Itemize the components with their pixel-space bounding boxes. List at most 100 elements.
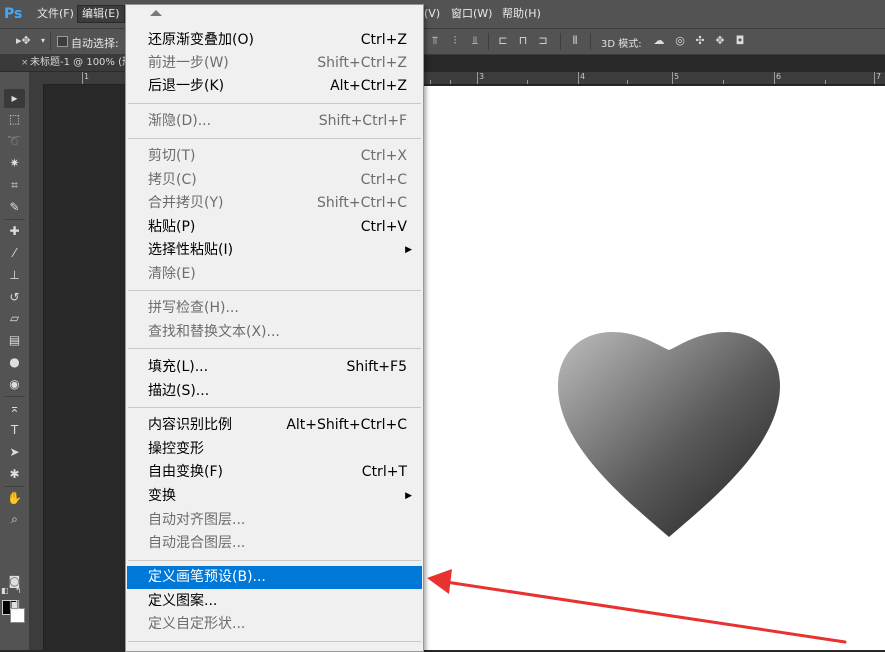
menu-item-free-transform[interactable]: 自由变换(F) Ctrl+T bbox=[127, 461, 422, 484]
menu-item-auto-blend[interactable]: 自动混合图层... bbox=[127, 532, 422, 555]
scroll-up-arrow-icon[interactable] bbox=[150, 10, 162, 16]
divider bbox=[4, 396, 25, 397]
menu-item-paste[interactable]: 粘贴(P) Ctrl+V bbox=[127, 216, 422, 239]
divider bbox=[560, 33, 561, 50]
ruler-number: 3 bbox=[479, 72, 485, 81]
menu-item-spell-check[interactable]: 拼写检查(H)... bbox=[127, 297, 422, 320]
eyedropper-tool-icon[interactable]: ✎ bbox=[4, 198, 25, 217]
menu-item-puppet-warp[interactable]: 操控变形 bbox=[127, 438, 422, 461]
menu-item-label: 粘贴(P) bbox=[148, 219, 196, 235]
menu-item-shortcut: Ctrl+T bbox=[361, 464, 407, 480]
close-icon[interactable]: × bbox=[21, 55, 29, 71]
align-top-icon[interactable]: ⫪ bbox=[428, 34, 442, 48]
menu-item-label: 后退一步(K) bbox=[148, 78, 225, 94]
menu-item-label: 定义图案... bbox=[148, 593, 218, 609]
move-tool-icon[interactable]: ▸ bbox=[4, 89, 25, 108]
3d-slide-icon[interactable]: ✥ bbox=[713, 34, 727, 48]
menu-file[interactable]: 文件(F) bbox=[33, 6, 78, 22]
submenu-arrow-icon: ▶ bbox=[405, 491, 412, 501]
menu-item-label: 查找和替换文本(X)... bbox=[148, 324, 280, 340]
menu-item-label: 自由变换(F) bbox=[148, 464, 223, 480]
eraser-tool-icon[interactable]: ▱ bbox=[4, 309, 25, 328]
brush-tool-icon[interactable]: ⁄ bbox=[4, 244, 25, 263]
document-canvas[interactable] bbox=[422, 86, 885, 650]
vertical-ruler[interactable] bbox=[30, 84, 44, 650]
menu-item-label: 选择性粘贴(I) bbox=[148, 242, 234, 258]
chevron-down-icon[interactable]: ▾ bbox=[36, 34, 50, 48]
lasso-tool-icon[interactable]: ➰ bbox=[4, 132, 25, 151]
screen-mode-icon[interactable]: ▣ bbox=[4, 595, 25, 614]
menu-item-shortcut: Ctrl+V bbox=[360, 219, 407, 235]
healing-brush-tool-icon[interactable]: ✚ bbox=[4, 222, 25, 241]
menu-window[interactable]: 窗口(W) bbox=[447, 6, 496, 22]
custom-shape-tool-icon[interactable]: ✱ bbox=[4, 465, 25, 484]
divider bbox=[4, 486, 25, 487]
menu-edit[interactable]: 编辑(E) bbox=[77, 5, 125, 23]
pen-tool-icon[interactable]: ⌅ bbox=[4, 399, 25, 418]
magic-wand-tool-icon[interactable]: ✷ bbox=[4, 154, 25, 173]
ruler-tick bbox=[825, 80, 826, 84]
3d-roll-icon[interactable]: ◎ bbox=[673, 34, 687, 48]
align-right-icon[interactable]: ⊐ bbox=[536, 34, 550, 48]
menu-item-cut[interactable]: 剪切(T) Ctrl+X bbox=[127, 145, 422, 168]
menu-help[interactable]: 帮助(H) bbox=[498, 6, 545, 22]
crop-tool-icon[interactable]: ⌗ bbox=[4, 176, 25, 195]
menu-item-paste-special[interactable]: 选择性粘贴(I) ▶ bbox=[127, 239, 422, 262]
align-bottom-icon[interactable]: ⫫ bbox=[468, 34, 482, 48]
ruler-tick bbox=[874, 72, 875, 84]
distribute-icon[interactable]: ⦀ bbox=[568, 34, 582, 48]
align-vcenter-icon[interactable]: ⫶ bbox=[448, 34, 462, 48]
menu-item-label: 操控变形 bbox=[148, 441, 204, 457]
menu-item-shortcut: Shift+F5 bbox=[346, 359, 407, 375]
dodge-tool-icon[interactable]: ◉ bbox=[4, 375, 25, 394]
menu-item-label: 描边(S)... bbox=[148, 383, 210, 399]
blur-tool-icon[interactable]: ● bbox=[4, 353, 25, 372]
quick-mask-icon[interactable]: ◙ bbox=[4, 572, 25, 591]
menu-item-clear[interactable]: 清除(E) bbox=[127, 263, 422, 286]
document-tab[interactable]: × 未标题-1 @ 100% (形状 1 bbox=[0, 55, 128, 72]
menu-separator bbox=[128, 348, 421, 349]
align-left-icon[interactable]: ⊏ bbox=[496, 34, 510, 48]
tools-panel: » ▸ ⬚ ➰ ✷ ⌗ ✎ ✚ ⁄ ⊥ ↺ ▱ ▤ ● ◉ ⌅ T ➤ ✱ ✋ … bbox=[0, 52, 30, 650]
menu-item-copy-merged[interactable]: 合并拷贝(Y) Shift+Ctrl+C bbox=[127, 192, 422, 215]
menu-item-shortcut: Shift+Ctrl+Z bbox=[317, 55, 407, 71]
heart-shape[interactable] bbox=[556, 330, 782, 540]
menu-item-define-custom-shape[interactable]: 定义自定形状... bbox=[127, 613, 422, 636]
menu-item-define-pattern[interactable]: 定义图案... bbox=[127, 590, 422, 613]
menu-item-stroke[interactable]: 描边(S)... bbox=[127, 380, 422, 403]
history-brush-tool-icon[interactable]: ↺ bbox=[4, 288, 25, 307]
menu-item-fade[interactable]: 渐隐(D)... Shift+Ctrl+F bbox=[127, 110, 422, 133]
ruler-tick bbox=[477, 72, 478, 84]
menu-separator bbox=[128, 103, 421, 104]
menu-item-step-backward[interactable]: 后退一步(K) Alt+Ctrl+Z bbox=[127, 75, 422, 98]
menu-item-label: 渐隐(D)... bbox=[148, 113, 212, 129]
ruler-tick bbox=[527, 80, 528, 84]
3d-scale-icon[interactable]: ◘ bbox=[733, 34, 747, 48]
menu-item-content-aware-scale[interactable]: 内容识别比例 Alt+Shift+Ctrl+C bbox=[127, 414, 422, 437]
menu-item-transform[interactable]: 变换 ▶ bbox=[127, 485, 422, 508]
move-tool-preset-icon[interactable]: ▸✥ bbox=[16, 34, 31, 48]
menu-separator bbox=[128, 560, 421, 561]
align-hcenter-icon[interactable]: ⊓ bbox=[516, 34, 530, 48]
ruler-tick bbox=[82, 72, 83, 84]
type-tool-icon[interactable]: T bbox=[4, 421, 25, 440]
path-selection-tool-icon[interactable]: ➤ bbox=[4, 443, 25, 462]
3d-pan-icon[interactable]: ✣ bbox=[693, 34, 707, 48]
hand-tool-icon[interactable]: ✋ bbox=[4, 489, 25, 508]
menu-item-shortcut: Shift+Ctrl+C bbox=[317, 195, 407, 211]
3d-rotate-icon[interactable]: ☁ bbox=[652, 34, 666, 48]
menu-item-undo[interactable]: 还原渐变叠加(O) Ctrl+Z bbox=[127, 29, 422, 52]
clone-stamp-tool-icon[interactable]: ⊥ bbox=[4, 266, 25, 285]
ruler-tick bbox=[774, 72, 775, 84]
menu-item-step-forward[interactable]: 前进一步(W) Shift+Ctrl+Z bbox=[127, 52, 422, 75]
marquee-tool-icon[interactable]: ⬚ bbox=[4, 110, 25, 129]
divider bbox=[4, 219, 25, 220]
menu-item-fill[interactable]: 填充(L)... Shift+F5 bbox=[127, 356, 422, 379]
menu-item-find-replace[interactable]: 查找和替换文本(X)... bbox=[127, 321, 422, 344]
gradient-tool-icon[interactable]: ▤ bbox=[4, 331, 25, 350]
menu-item-auto-align[interactable]: 自动对齐图层... bbox=[127, 509, 422, 532]
zoom-tool-icon[interactable]: ⌕ bbox=[4, 510, 25, 529]
auto-select-checkbox[interactable] bbox=[57, 36, 68, 47]
menu-item-define-brush-preset[interactable]: 定义画笔预设(B)... bbox=[127, 566, 422, 589]
menu-item-copy[interactable]: 拷贝(C) Ctrl+C bbox=[127, 169, 422, 192]
